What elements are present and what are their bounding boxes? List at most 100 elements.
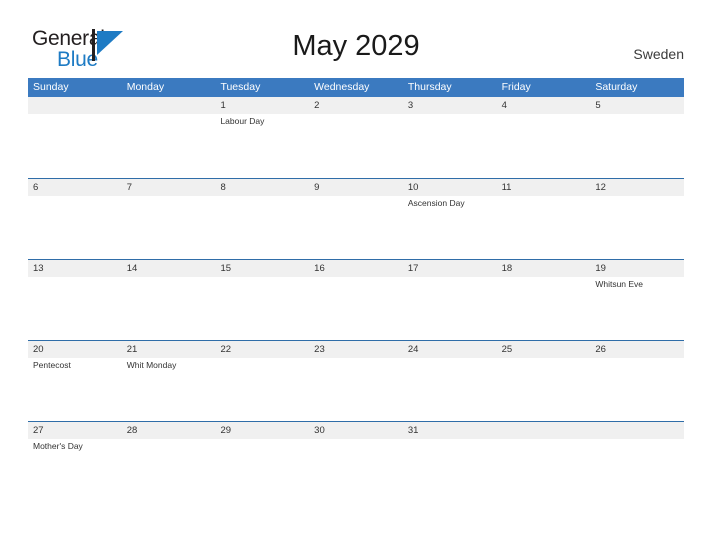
day-event — [127, 439, 216, 440]
day-number: 19 — [595, 263, 606, 274]
day-event — [595, 196, 684, 197]
weekday-header-thursday: Thursday — [407, 81, 452, 93]
page-header: General Blue May 2029 Sweden — [0, 0, 712, 76]
week-row: 13 14 15 16 17 18 19 Whitsun Eve — [28, 259, 684, 340]
day-event — [408, 358, 497, 359]
day-number: 26 — [595, 344, 606, 355]
day-number: 15 — [220, 263, 232, 274]
day-event — [502, 196, 591, 197]
day-cell[interactable] — [122, 97, 216, 178]
day-number: 17 — [407, 263, 419, 274]
day-number: 8 — [220, 182, 226, 193]
day-event — [220, 277, 309, 278]
day-event — [314, 277, 403, 278]
day-event — [408, 439, 497, 440]
day-cell[interactable]: 17 — [403, 260, 497, 340]
day-cell[interactable]: 28 — [122, 422, 216, 502]
day-cell[interactable]: 30 — [309, 422, 403, 502]
day-cell[interactable]: 20 Pentecost — [28, 341, 122, 421]
day-cell[interactable] — [497, 422, 591, 502]
day-number: 1 — [220, 100, 226, 111]
day-cell[interactable]: 16 — [309, 260, 403, 340]
day-cell[interactable]: 13 — [28, 260, 122, 340]
day-event — [314, 439, 403, 440]
day-event — [33, 277, 122, 278]
day-cell[interactable]: 2 — [309, 97, 403, 178]
day-cell[interactable]: 27 Mother's Day — [28, 422, 122, 502]
day-cell[interactable]: 31 — [403, 422, 497, 502]
day-event — [127, 196, 216, 197]
day-number: 18 — [501, 263, 513, 274]
day-number: 25 — [501, 344, 513, 355]
day-number — [595, 422, 684, 439]
day-event — [314, 358, 403, 359]
country-label: Sweden — [633, 46, 684, 62]
day-event — [127, 114, 216, 115]
week-row: 20 Pentecost 21 Whit Monday 22 23 24 25 … — [28, 340, 684, 421]
day-event: Whitsun Eve — [595, 279, 644, 289]
day-number: 3 — [407, 100, 414, 111]
day-cell[interactable]: 29 — [215, 422, 309, 502]
day-cell[interactable]: 10 Ascension Day — [403, 179, 497, 259]
day-event — [502, 277, 591, 278]
day-event: Ascension Day — [407, 198, 465, 208]
day-number: 2 — [314, 100, 320, 111]
day-cell[interactable]: 22 — [215, 341, 309, 421]
day-event — [314, 114, 403, 115]
week-row: 1 Labour Day 2 3 4 5 — [28, 97, 684, 178]
day-cell[interactable]: 9 — [309, 179, 403, 259]
day-cell[interactable]: 5 — [590, 97, 684, 178]
day-event — [220, 439, 309, 440]
day-event: Mother's Day — [33, 441, 83, 451]
day-cell[interactable]: 6 — [28, 179, 122, 259]
calendar-grid: Sunday Monday Tuesday Wednesday Thursday… — [28, 78, 684, 502]
day-cell[interactable]: 12 — [590, 179, 684, 259]
day-cell[interactable] — [590, 422, 684, 502]
page-title: May 2029 — [292, 30, 420, 62]
day-number: 27 — [33, 425, 44, 436]
day-cell[interactable]: 25 — [497, 341, 591, 421]
day-number: 11 — [501, 182, 512, 193]
day-cell[interactable]: 3 — [403, 97, 497, 178]
day-event — [595, 114, 684, 115]
day-number: 10 — [407, 182, 419, 193]
day-number: 28 — [126, 425, 138, 436]
day-event — [127, 277, 216, 278]
day-cell[interactable]: 1 Labour Day — [215, 97, 309, 178]
day-cell[interactable]: 7 — [122, 179, 216, 259]
day-number: 4 — [501, 100, 507, 111]
weekday-header-monday: Monday — [126, 81, 165, 93]
day-cell[interactable]: 19 Whitsun Eve — [590, 260, 684, 340]
day-cell[interactable]: 14 — [122, 260, 216, 340]
day-cell[interactable]: 24 — [403, 341, 497, 421]
day-event — [502, 114, 591, 115]
day-cell[interactable]: 18 — [497, 260, 591, 340]
day-number: 21 — [126, 344, 138, 355]
day-cell[interactable]: 4 — [497, 97, 591, 178]
weekday-header-sunday: Sunday — [33, 81, 69, 93]
day-number — [33, 97, 122, 114]
weekday-header-wednesday: Wednesday — [314, 81, 370, 93]
day-number: 31 — [407, 425, 419, 436]
day-event — [502, 439, 591, 440]
day-cell[interactable]: 23 — [309, 341, 403, 421]
day-number — [502, 422, 591, 439]
day-number: 24 — [407, 344, 419, 355]
day-event — [595, 358, 684, 359]
day-cell[interactable]: 8 — [215, 179, 309, 259]
week-row: 27 Mother's Day 28 29 30 31 — [28, 421, 684, 502]
day-cell[interactable]: 15 — [215, 260, 309, 340]
day-cell[interactable]: 21 Whit Monday — [122, 341, 216, 421]
day-cell[interactable]: 11 — [497, 179, 591, 259]
week-row: 6 7 8 9 10 Ascension Day 11 12 — [28, 178, 684, 259]
day-number — [127, 97, 216, 114]
day-event — [595, 439, 684, 440]
day-cell[interactable]: 26 — [590, 341, 684, 421]
day-event — [408, 277, 497, 278]
day-number: 9 — [314, 182, 320, 193]
day-number: 30 — [314, 425, 325, 436]
day-number: 29 — [220, 425, 232, 436]
weekday-header-friday: Friday — [501, 81, 531, 93]
day-event — [220, 196, 309, 197]
day-cell[interactable] — [28, 97, 122, 178]
